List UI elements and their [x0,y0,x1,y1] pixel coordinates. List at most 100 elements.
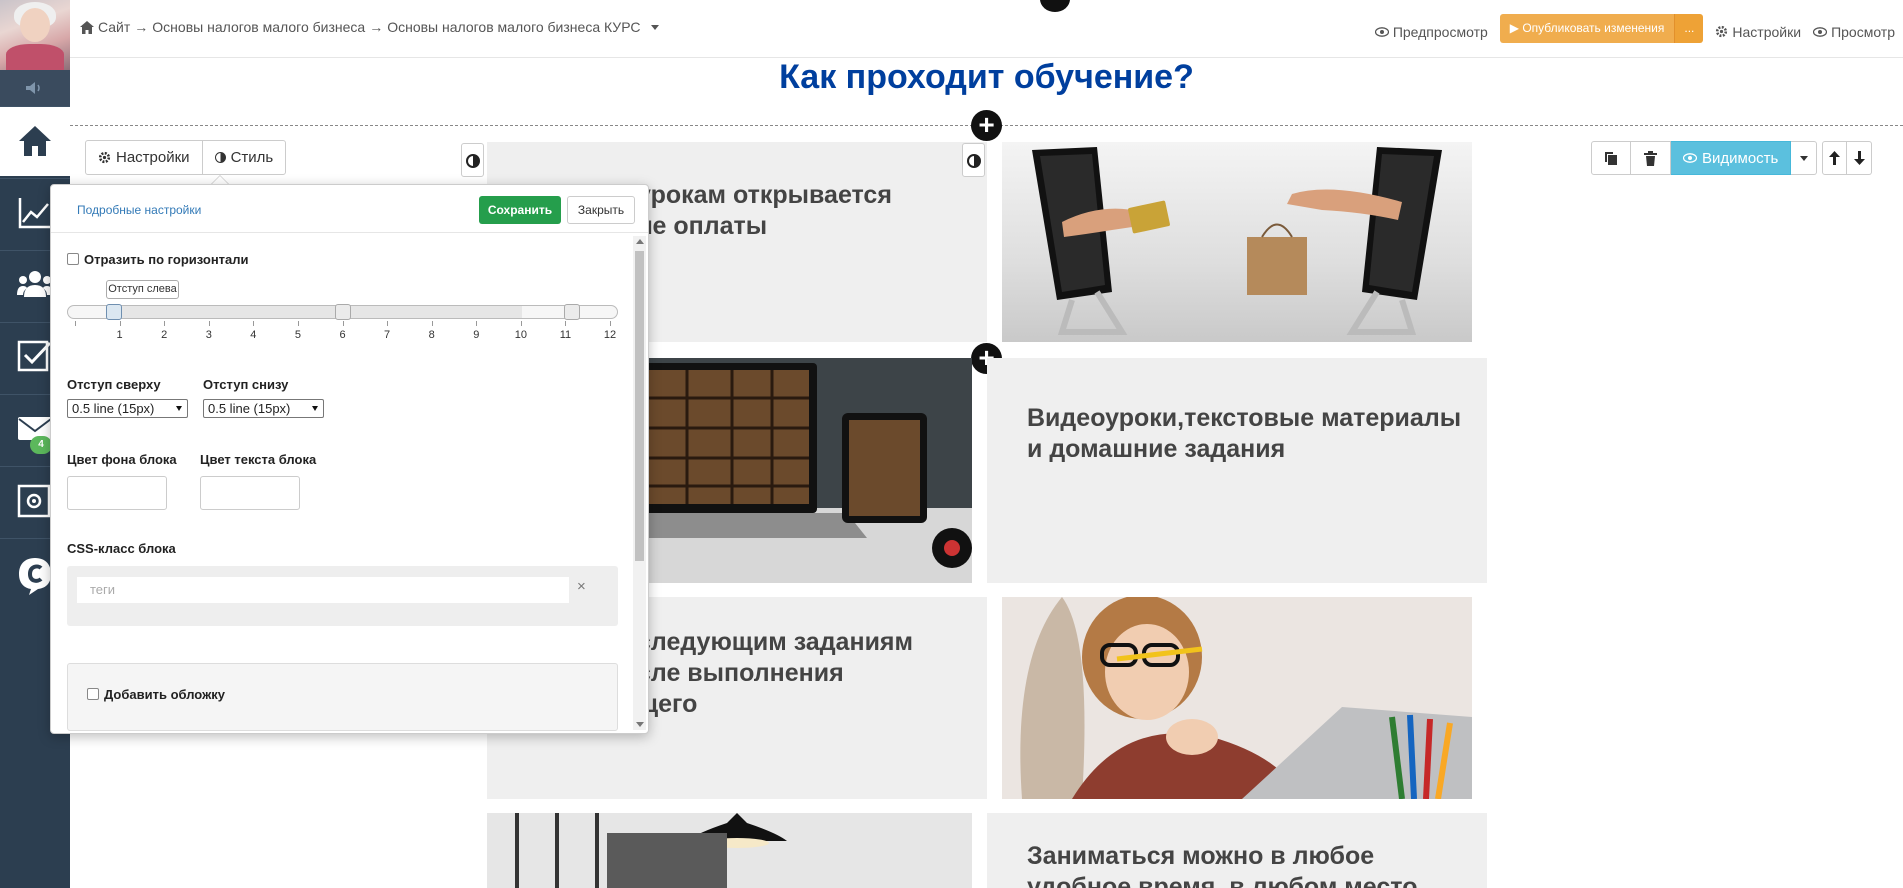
move-toolbar [1822,141,1872,175]
popover-arrow [211,175,229,184]
chevron-down-icon [176,406,182,411]
visibility-button[interactable]: Видимость [1671,141,1792,175]
photo-student-studying [1002,597,1472,799]
advanced-settings-link[interactable]: Подробные настройки [77,203,201,217]
tile-text: Видеоуроки,текстовые материалы и домашни… [1027,404,1462,463]
padding-bottom-label: Отступ снизу [203,377,289,392]
arrow-up-icon [1829,151,1840,165]
block-settings-tabs: Настройки Стиль [85,140,287,175]
slider-tick-label: 9 [473,329,480,341]
publish-more-button[interactable]: ... [1674,14,1704,43]
style-settings-panel: Подробные настройки Сохранить Закрыть От… [50,184,649,734]
content-tile[interactable]: Видеоуроки,текстовые материалы и домашни… [987,358,1487,583]
visibility-dropdown[interactable] [1791,141,1818,175]
slider-tick-label: 7 [384,329,391,341]
tile-text: Заниматься можно в любое удобное время, … [1027,842,1418,888]
scroll-up-icon[interactable] [636,239,644,244]
tab-style[interactable]: Стиль [201,141,286,174]
mirror-label: Отразить по горизонтали [84,252,249,267]
tab-settings[interactable]: Настройки [86,141,202,174]
scroll-thumb[interactable] [635,251,644,561]
sidebar-item-home[interactable] [0,106,70,176]
settings-link[interactable]: Настройки [1715,24,1801,40]
top-bar: Сайт → Основы налогов малого бизнеса → О… [70,0,1903,58]
css-class-label: CSS-класс блока [67,541,176,556]
users-icon [17,271,53,297]
slider-handle-left[interactable] [106,304,122,320]
slider-tick [342,321,344,326]
contrast-toggle[interactable] [461,143,484,177]
padding-top-value: 0.5 line (15px) [72,401,155,416]
chevron-down-icon[interactable] [650,24,659,30]
breadcrumb-site[interactable]: Сайт [98,19,130,35]
slider-tick-label: 8 [428,329,435,341]
content-tile[interactable]: Заниматься можно в любое удобное время, … [987,813,1487,888]
slider-tooltip: Отступ слева [106,280,179,299]
slider-tick-label: 4 [250,329,257,341]
home-icon [19,126,51,156]
chart-icon [18,198,51,229]
top-actions: Предпросмотр ▶ Опубликовать изменения ..… [1363,14,1895,43]
slider-tick [610,321,611,326]
eye-icon [1813,26,1828,37]
slider-tick [119,321,121,326]
settings-label: Настройки [1732,23,1802,40]
contrast-icon [967,154,981,168]
move-down-button[interactable] [1847,141,1872,175]
padding-bottom-select[interactable]: 0.5 line (15px) [203,399,324,418]
bg-color-input[interactable] [67,476,167,510]
preview-label: Предпросмотр [1392,23,1488,40]
page-editor: 4 Сайт → Основы налогов малого бизнеса →… [0,0,1903,888]
tab-settings-label: Настройки [116,149,190,166]
clear-tags-icon[interactable]: × [577,578,586,595]
chat-icon [19,558,51,595]
add-block-button[interactable]: + [971,110,1002,141]
eye-icon [1683,153,1697,163]
close-button[interactable]: Закрыть [567,196,635,224]
breadcrumb-page[interactable]: Основы налогов малого бизнеса КУРС [387,19,640,35]
contrast-icon [214,152,226,163]
text-color-input[interactable] [200,476,300,510]
eye-icon [1374,26,1389,37]
save-button[interactable]: Сохранить [479,196,561,224]
add-cover-checkbox[interactable] [87,688,99,700]
avatar[interactable] [0,0,70,70]
preview-link[interactable]: Предпросмотр [1374,23,1488,40]
css-class-input[interactable]: теги [77,577,569,603]
gear-icon [1716,25,1728,38]
column-range-slider[interactable] [67,304,618,320]
panel-header: Подробные настройки Сохранить Закрыть [51,185,648,233]
add-cover-label: Добавить обложку [104,687,226,702]
breadcrumb-course[interactable]: Основы налогов малого бизнеса [152,19,365,35]
mail-badge: 4 [30,436,52,454]
panel-scrollbar[interactable] [633,236,646,730]
tile-text: следующим заданиям сле выполнения щего [637,628,914,718]
slider-tick [387,321,389,326]
slider-tick-label: 3 [205,329,212,341]
slider-handle-right[interactable] [564,304,580,320]
padding-top-label: Отступ сверху [67,377,161,392]
gear-icon [98,151,111,164]
sound-toggle[interactable] [0,70,70,106]
mirror-checkbox[interactable] [67,253,79,265]
trash-icon [1644,150,1657,166]
home-icon [80,20,94,34]
move-up-button[interactable] [1822,141,1847,175]
delete-block-button[interactable] [1631,141,1671,175]
slider-tick [208,321,210,326]
slider-handle-middle[interactable] [335,304,351,320]
arrow-down-icon [1853,151,1865,165]
publish-button[interactable]: ▶ Опубликовать изменения [1499,14,1675,43]
scroll-down-icon[interactable] [636,722,644,727]
contrast-toggle[interactable] [962,143,985,177]
tile-text: урокам открывается ле оплаты [637,181,892,240]
contrast-icon [466,154,480,168]
padding-top-select[interactable]: 0.5 line (15px) [67,399,188,418]
slider-tick [164,321,166,326]
chevron-down-icon [1799,155,1808,161]
tab-style-label: Стиль [230,149,274,166]
copy-block-button[interactable] [1591,141,1631,175]
slider-tick-label: 12 [603,329,617,341]
add-block-button-top[interactable] [1040,0,1070,12]
view-link[interactable]: Просмотр [1813,24,1895,40]
